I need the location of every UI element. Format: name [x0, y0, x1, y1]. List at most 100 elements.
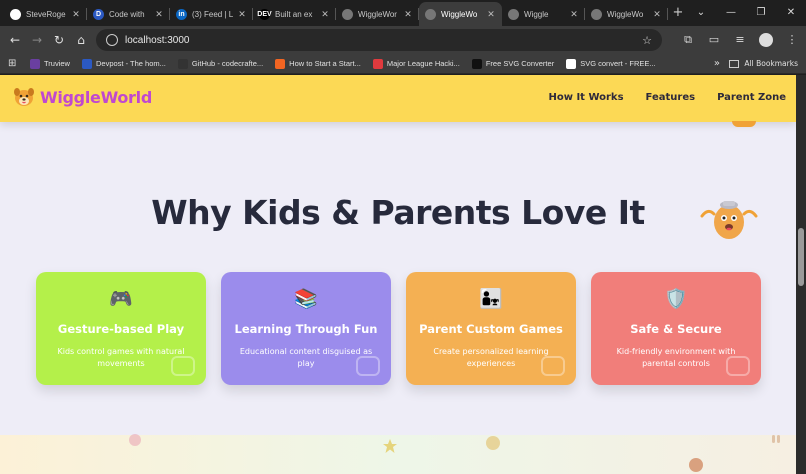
- url-text[interactable]: localhost:3000: [125, 35, 190, 46]
- ball-icon: [486, 436, 500, 450]
- browser-tab[interactable]: DEV Built an ex ✕: [253, 2, 336, 26]
- bookmark-favicon-icon: [471, 58, 482, 69]
- browser-tab[interactable]: WiggleWor ✕: [336, 2, 419, 26]
- bookmark-item[interactable]: Truview: [30, 58, 70, 69]
- feature-title: Safe & Secure: [630, 322, 722, 336]
- site-info-icon[interactable]: [106, 34, 118, 46]
- dog-logo-icon: [14, 88, 34, 106]
- feature-card[interactable]: 🎮 Gesture-based Play Kids control games wi…: [36, 272, 206, 385]
- mascot-icon: [700, 201, 758, 239]
- tab-favicon-icon: [508, 8, 519, 20]
- browser-tab[interactable]: in (3) Feed | L ✕: [170, 2, 253, 26]
- window-controls: ⌄ — ❐ ✕: [686, 0, 806, 26]
- close-tab-icon[interactable]: ✕: [403, 9, 413, 20]
- cookie-icon: [689, 458, 703, 472]
- tab-favicon-icon: [425, 8, 436, 20]
- nav-parent-zone[interactable]: Parent Zone: [717, 92, 786, 103]
- browser-tab[interactable]: Wiggle ✕: [502, 2, 585, 26]
- close-tab-icon[interactable]: ✕: [154, 9, 164, 20]
- watermark-icon: [171, 356, 195, 376]
- address-bar[interactable]: localhost:3000 ☆: [96, 29, 662, 51]
- close-tab-icon[interactable]: ✕: [320, 9, 330, 20]
- site-nav: How It Works Features Parent Zone: [527, 92, 787, 103]
- close-tab-icon[interactable]: ✕: [486, 9, 496, 20]
- nav-features[interactable]: Features: [646, 92, 696, 103]
- family-icon: 👨‍👧: [479, 288, 503, 310]
- tab-favicon-icon: [342, 8, 353, 20]
- close-window-icon[interactable]: ✕: [776, 0, 806, 26]
- bookmark-favicon-icon: [566, 58, 577, 69]
- bookmark-favicon-icon: [81, 58, 92, 69]
- feature-card[interactable]: 📚 Learning Through Fun Educational content…: [221, 272, 391, 385]
- tab-title: WiggleWor: [358, 9, 397, 19]
- bookmark-favicon-icon: [177, 58, 188, 69]
- page-viewport: WiggleWorld How It Works Features Parent…: [0, 75, 796, 474]
- forward-icon[interactable]: →: [26, 33, 48, 47]
- bookmark-item[interactable]: SVG convert - FREE...: [566, 58, 656, 69]
- browser-toolbar: ← → ↻ ⌂ localhost:3000 ☆ ⧉ ▭ ≡ ⋮: [0, 26, 806, 54]
- feature-title: Gesture-based Play: [57, 322, 185, 336]
- home-icon[interactable]: ⌂: [70, 33, 92, 47]
- gamepad-icon: 🎮: [109, 288, 133, 310]
- nav-how-it-works[interactable]: How It Works: [549, 92, 624, 103]
- tab-search-icon[interactable]: ≡: [730, 30, 750, 50]
- bookmark-label: Devpost - The hom...: [95, 59, 166, 68]
- section-title: Why Kids & Parents Love It: [151, 193, 645, 232]
- tab-favicon-icon: [10, 8, 21, 20]
- tab-list-icon[interactable]: ⌄: [686, 0, 716, 26]
- tab-favicon-icon: DEV: [257, 8, 272, 20]
- browser-tab[interactable]: D Code with ✕: [87, 2, 170, 26]
- extensions-icon[interactable]: ⧉: [678, 30, 698, 50]
- tab-title: (3) Feed | L: [192, 9, 234, 19]
- browser-tab[interactable]: SteveRoge ✕: [4, 2, 87, 26]
- close-tab-icon[interactable]: ✕: [71, 9, 81, 20]
- screen-cast-icon[interactable]: ▭: [704, 30, 724, 50]
- back-icon[interactable]: ←: [4, 33, 26, 47]
- bookmark-favicon-icon: [275, 58, 286, 69]
- bookmark-item[interactable]: Free SVG Converter: [471, 58, 554, 69]
- profile-avatar[interactable]: [756, 30, 776, 50]
- feature-card[interactable]: 👨‍👧 Parent Custom Games Create personalize…: [406, 272, 576, 385]
- menu-kebab-icon[interactable]: ⋮: [782, 30, 802, 50]
- feature-card[interactable]: 🛡️ Safe & Secure Kid-friendly environment …: [591, 272, 761, 385]
- feature-title: Parent Custom Games: [419, 322, 563, 336]
- bookmark-item[interactable]: Devpost - The hom...: [81, 58, 166, 69]
- close-tab-icon[interactable]: ✕: [237, 9, 247, 20]
- balloon-icon: [129, 434, 141, 446]
- bookmark-label: How to Start a Start...: [289, 59, 361, 68]
- bookmark-item[interactable]: How to Start a Start...: [275, 58, 361, 69]
- tab-favicon-icon: D: [93, 8, 104, 20]
- browser-tab[interactable]: WiggleWo ✕: [585, 2, 668, 26]
- bookmark-item[interactable]: GitHub - codecrafte...: [177, 58, 264, 69]
- minimize-icon[interactable]: —: [716, 0, 746, 26]
- watermark-icon: [356, 356, 380, 376]
- site-logo[interactable]: WiggleWorld: [12, 85, 152, 109]
- browser-tab[interactable]: WiggleWo ✕: [419, 2, 502, 26]
- books-icon: 📚: [294, 288, 318, 310]
- tab-favicon-icon: [591, 8, 602, 20]
- bookmark-star-icon[interactable]: ☆: [642, 34, 652, 47]
- close-tab-icon[interactable]: ✕: [569, 9, 579, 20]
- bookmarks-overflow-button[interactable]: »: [714, 58, 720, 69]
- bookmarks-bar: ⊞ Truview Devpost - The hom... GitHub - co…: [0, 54, 806, 74]
- folder-icon: [729, 59, 740, 68]
- bookmark-label: GitHub - codecrafte...: [191, 59, 264, 68]
- scrollbar-thumb[interactable]: [798, 228, 804, 286]
- bookmark-favicon-icon: [372, 58, 383, 69]
- all-bookmarks-button[interactable]: All Bookmarks: [729, 59, 798, 68]
- bookmark-item[interactable]: Major League Hacki...: [372, 58, 460, 69]
- tab-title: Wiggle: [524, 9, 549, 19]
- star-icon: [383, 439, 397, 453]
- bunny-icon: [772, 435, 780, 443]
- new-tab-button[interactable]: +: [668, 2, 688, 26]
- reload-icon[interactable]: ↻: [48, 33, 70, 47]
- apps-grid-icon[interactable]: ⊞: [8, 58, 20, 70]
- tab-title: WiggleWo: [441, 9, 478, 19]
- site-header: WiggleWorld How It Works Features Parent…: [0, 75, 796, 122]
- tab-favicon-icon: in: [176, 8, 187, 20]
- maximize-icon[interactable]: ❐: [746, 0, 776, 26]
- page-scrollbar[interactable]: [796, 75, 806, 474]
- watermark-icon: [541, 356, 565, 376]
- watermark-icon: [726, 356, 750, 376]
- close-tab-icon[interactable]: ✕: [652, 9, 662, 20]
